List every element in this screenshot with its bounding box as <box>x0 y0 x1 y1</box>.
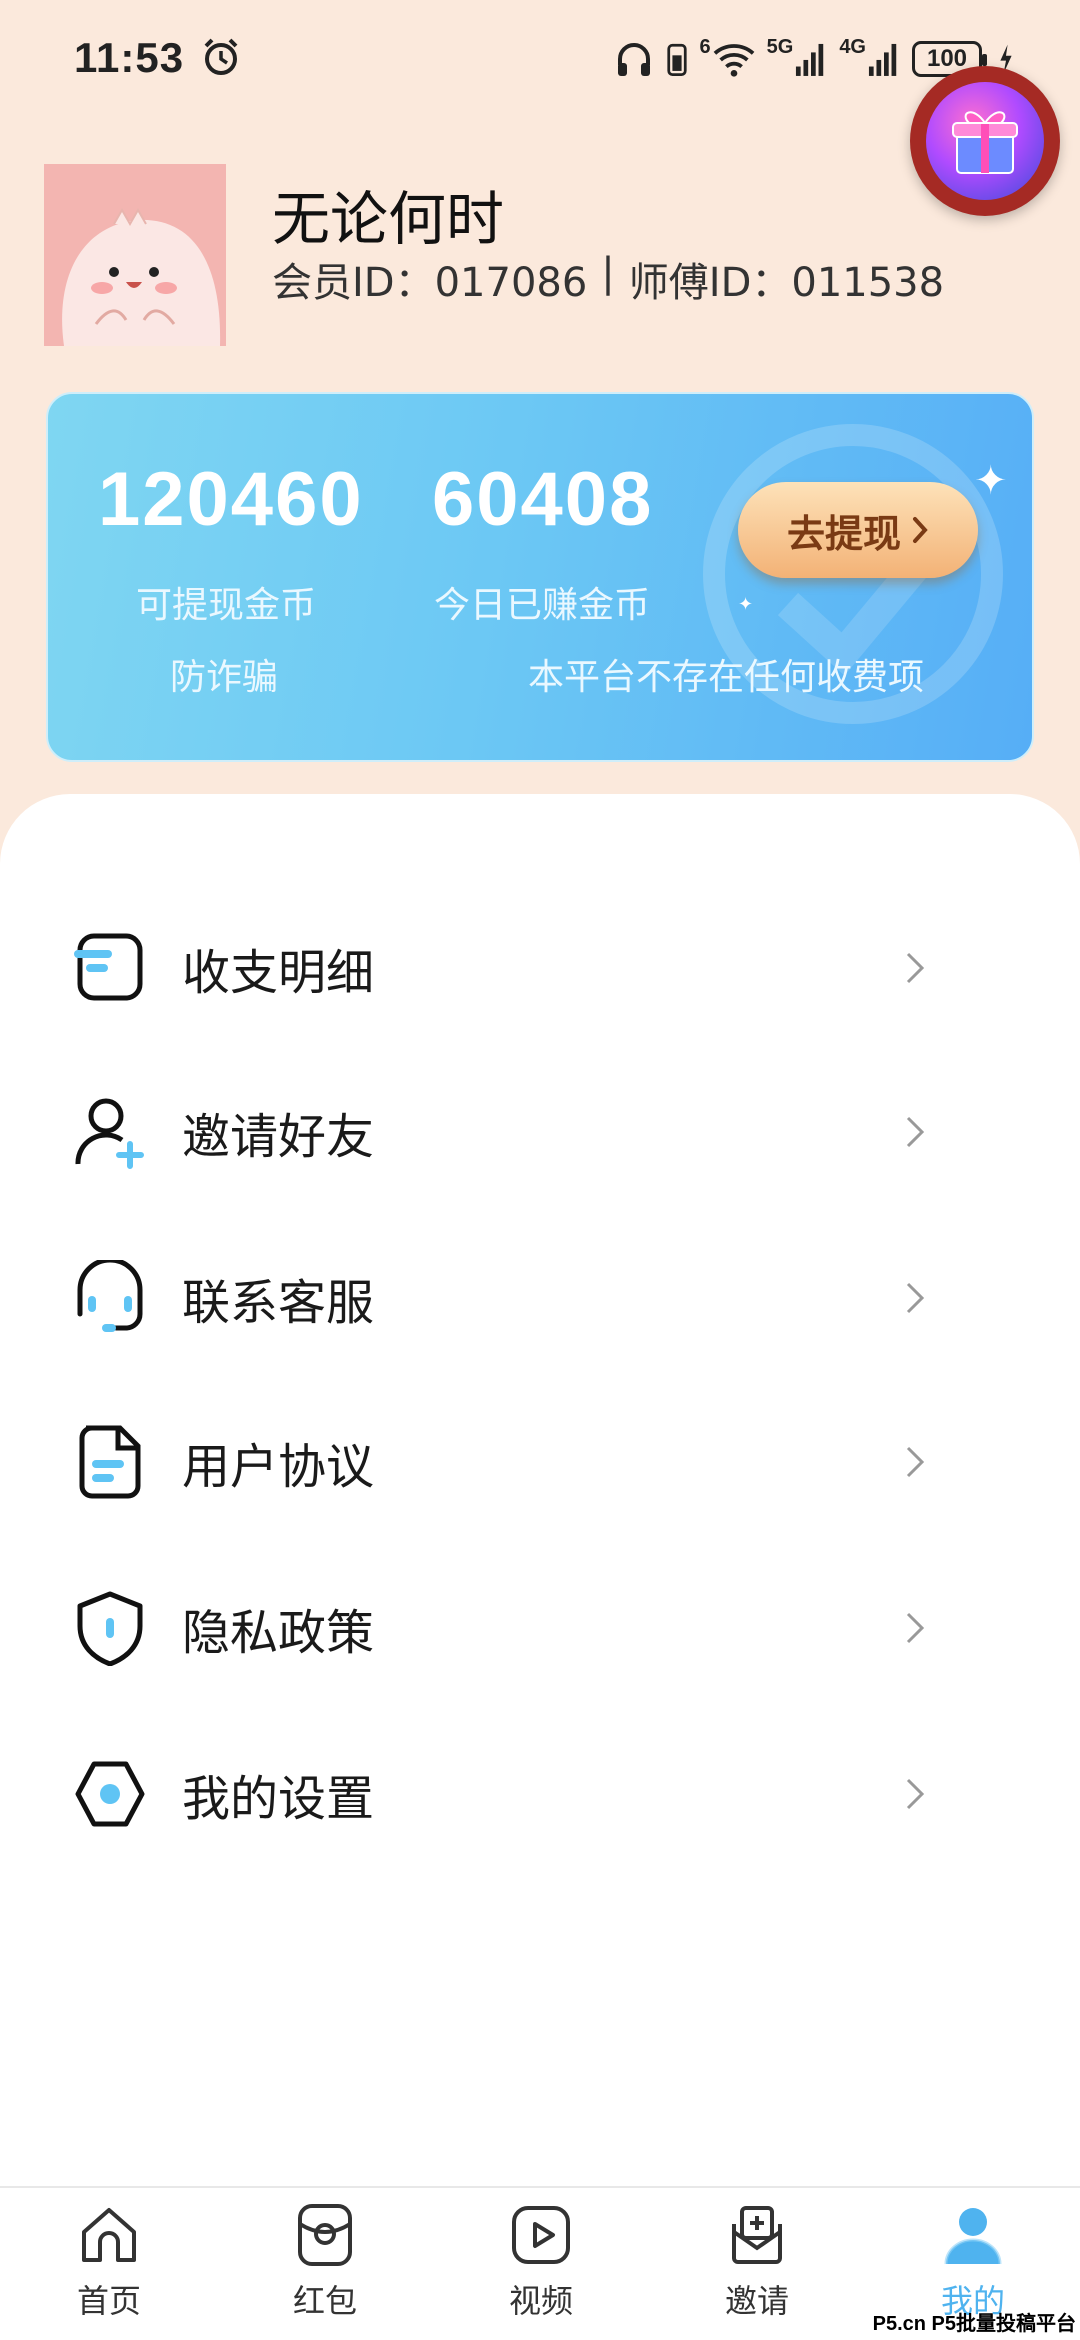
chevron-right-icon <box>913 517 928 543</box>
menu-item-transactions[interactable]: 收支明细 <box>0 908 1080 1028</box>
add-user-icon <box>75 1098 144 1169</box>
wifi-badge: 6 <box>699 36 711 58</box>
home-icon <box>82 2208 136 2262</box>
sparkle-icon-small: ✦ <box>738 594 754 615</box>
menu-item-user-agreement[interactable]: 用户协议 <box>0 1402 1080 1522</box>
nav-video[interactable]: 视频 <box>466 2202 616 2332</box>
menu-label: 收支明细 <box>182 945 375 1001</box>
gift-box-button[interactable] <box>910 66 1060 216</box>
red-envelope-icon <box>298 2204 352 2266</box>
today-label: 今日已赚金币 <box>434 585 651 626</box>
withdrawable-label: 可提现金币 <box>136 585 317 626</box>
nav-label: 首页 <box>76 2282 141 2320</box>
menu-label: 隐私政策 <box>182 1605 375 1661</box>
menu-label: 邀请好友 <box>182 1109 375 1165</box>
network-5g-label: 5G <box>766 36 794 58</box>
nav-label: 视频 <box>508 2282 573 2320</box>
withdraw-button[interactable]: 去提现 <box>738 482 978 578</box>
nav-label: 邀请 <box>724 2282 789 2320</box>
ledger-icon <box>74 933 143 1001</box>
status-bar: 11:53 6 5G 4G 100 <box>0 0 1080 120</box>
invite-icon <box>732 2206 782 2264</box>
master-id: 师傅ID：011538 <box>628 260 945 306</box>
chevron-right-icon <box>906 1612 925 1644</box>
watermark-text: P5.cn P5批量投稿平台 <box>872 2313 1076 2335</box>
chevron-right-icon <box>906 1116 925 1148</box>
headset-icon <box>77 1260 143 1332</box>
anti-fraud-title: 防诈骗 <box>170 657 279 698</box>
profile-icon <box>944 2208 1002 2265</box>
wallet-card: ✦ ✦ 120460 可提现金币 60408 今日已赚金币 去提现 防诈骗 本平… <box>46 392 1034 762</box>
chevron-right-icon <box>906 1446 925 1478</box>
nav-label: 红包 <box>292 2282 357 2320</box>
menu-sheet: 收支明细 邀请好友 联系客服 用户协议 隐私政策 我的设置 <box>0 794 1080 2186</box>
shield-icon <box>77 1591 143 1666</box>
chevron-right-icon <box>906 952 925 984</box>
video-icon <box>512 2206 570 2264</box>
chevron-right-icon <box>906 1778 925 1810</box>
today-coins: 60408 <box>432 457 654 542</box>
anti-fraud-marquee: 本平台不存在任何收费项 <box>528 657 925 698</box>
network-4g-label: 4G <box>839 36 866 58</box>
nav-home[interactable]: 首页 <box>34 2202 184 2332</box>
status-time: 11:53 <box>74 34 185 81</box>
gift-icon <box>926 82 1044 200</box>
chevron-right-icon <box>906 1282 925 1314</box>
menu-label: 我的设置 <box>182 1771 375 1827</box>
headphones-icon <box>617 43 650 76</box>
avatar[interactable] <box>44 164 226 346</box>
user-ids: 会员ID：017086 | 师傅ID：011538 <box>272 250 944 308</box>
withdraw-button-label: 去提现 <box>786 511 901 556</box>
menu-item-privacy-policy[interactable]: 隐私政策 <box>0 1568 1080 1688</box>
menu-item-invite-friends[interactable]: 邀请好友 <box>0 1072 1080 1192</box>
menu-label: 联系客服 <box>182 1275 375 1331</box>
nav-invite[interactable]: 邀请 <box>682 2202 832 2332</box>
phone-battery-icon <box>666 43 687 76</box>
id-separator: | <box>601 250 615 296</box>
username: 无论何时 <box>272 185 505 253</box>
withdrawable-coins: 120460 <box>98 457 364 542</box>
settings-icon <box>75 1761 145 1827</box>
member-id: 会员ID：017086 <box>272 260 588 306</box>
signal-4g-icon <box>868 43 897 76</box>
menu-label: 用户协议 <box>182 1439 375 1495</box>
document-icon <box>79 1425 141 1499</box>
nav-red-envelope[interactable]: 红包 <box>250 2202 400 2332</box>
wifi-icon <box>713 44 754 77</box>
menu-item-my-settings[interactable]: 我的设置 <box>0 1734 1080 1854</box>
menu-item-customer-service[interactable]: 联系客服 <box>0 1238 1080 1358</box>
signal-5g-icon <box>796 43 824 76</box>
sparkle-icon: ✦ <box>974 458 1008 504</box>
alarm-icon <box>204 38 238 75</box>
